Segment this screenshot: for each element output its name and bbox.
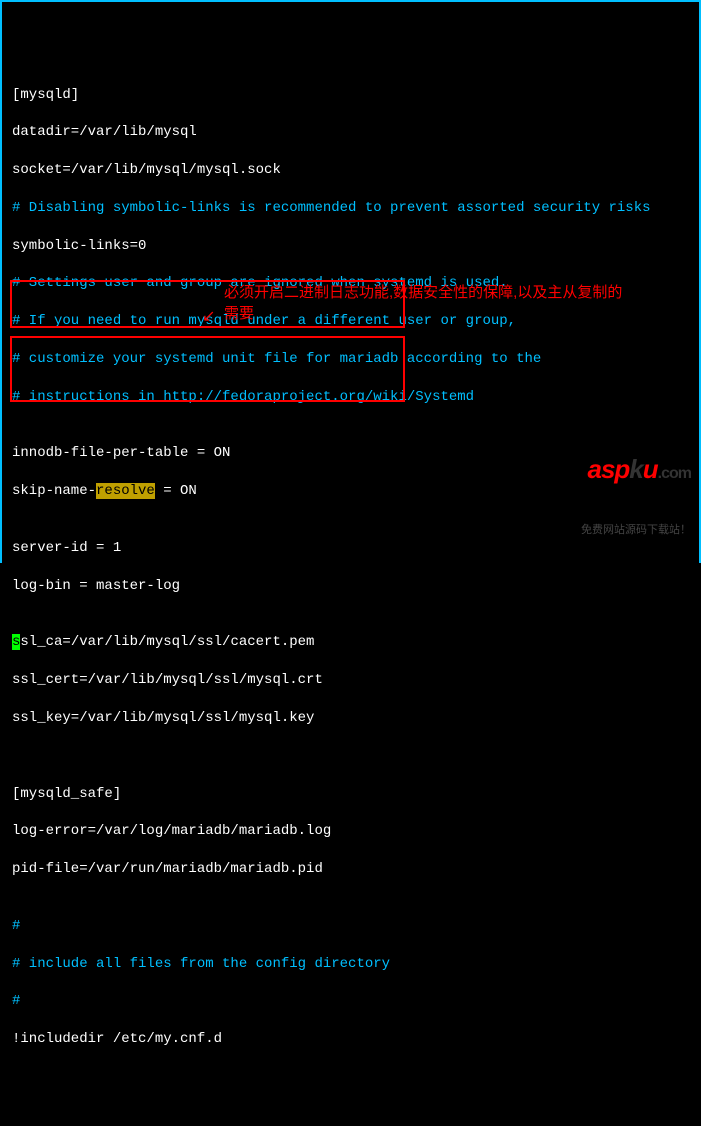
watermark-subtitle: 免费网站源码下载站！ [581,523,691,538]
comment-line: # [12,992,689,1011]
search-highlight: resolve [96,483,155,499]
config-line: [mysqld_safe] [12,785,689,804]
watermark: aspku.com 免费网站源码下载站！ [581,415,691,557]
annotation-arrow-icon: ↙ [202,307,215,329]
logo-k: k [629,454,642,484]
config-line: socket=/var/lib/mysql/mysql.sock [12,161,689,180]
logo-u: u [643,454,658,484]
annotation-text: 必须开启二进制日志功能,数据安全性的保障,以及主从复制的需要 [224,282,624,324]
comment-line: # include all files from the config dire… [12,955,689,974]
config-line: [mysqld] [12,86,689,105]
logo-com: .com [658,465,691,482]
text-pre: skip-name- [12,483,96,499]
cursor: s [12,634,20,650]
highlight-box-ssl [10,336,405,402]
config-line: pid-file=/var/run/mariadb/mariadb.pid [12,860,689,879]
config-line: ssl_cert=/var/lib/mysql/ssl/mysql.crt [12,671,689,690]
config-line: log-bin = master-log [12,577,689,596]
logo-asp: asp [587,454,629,484]
config-line: log-error=/var/log/mariadb/mariadb.log [12,822,689,841]
config-line: !includedir /etc/my.cnf.d [12,1030,689,1049]
config-line: ssl_key=/var/lib/mysql/ssl/mysql.key [12,709,689,728]
text-post: = ON [155,483,197,499]
text-rest: sl_ca=/var/lib/mysql/ssl/cacert.pem [20,634,314,650]
comment-line: # [12,917,689,936]
config-line: ssl_ca=/var/lib/mysql/ssl/cacert.pem [12,633,689,652]
watermark-logo: aspku.com [581,452,691,487]
config-line: symbolic-links=0 [12,237,689,256]
comment-line: # Disabling symbolic-links is recommende… [12,199,689,218]
config-line: datadir=/var/lib/mysql [12,123,689,142]
